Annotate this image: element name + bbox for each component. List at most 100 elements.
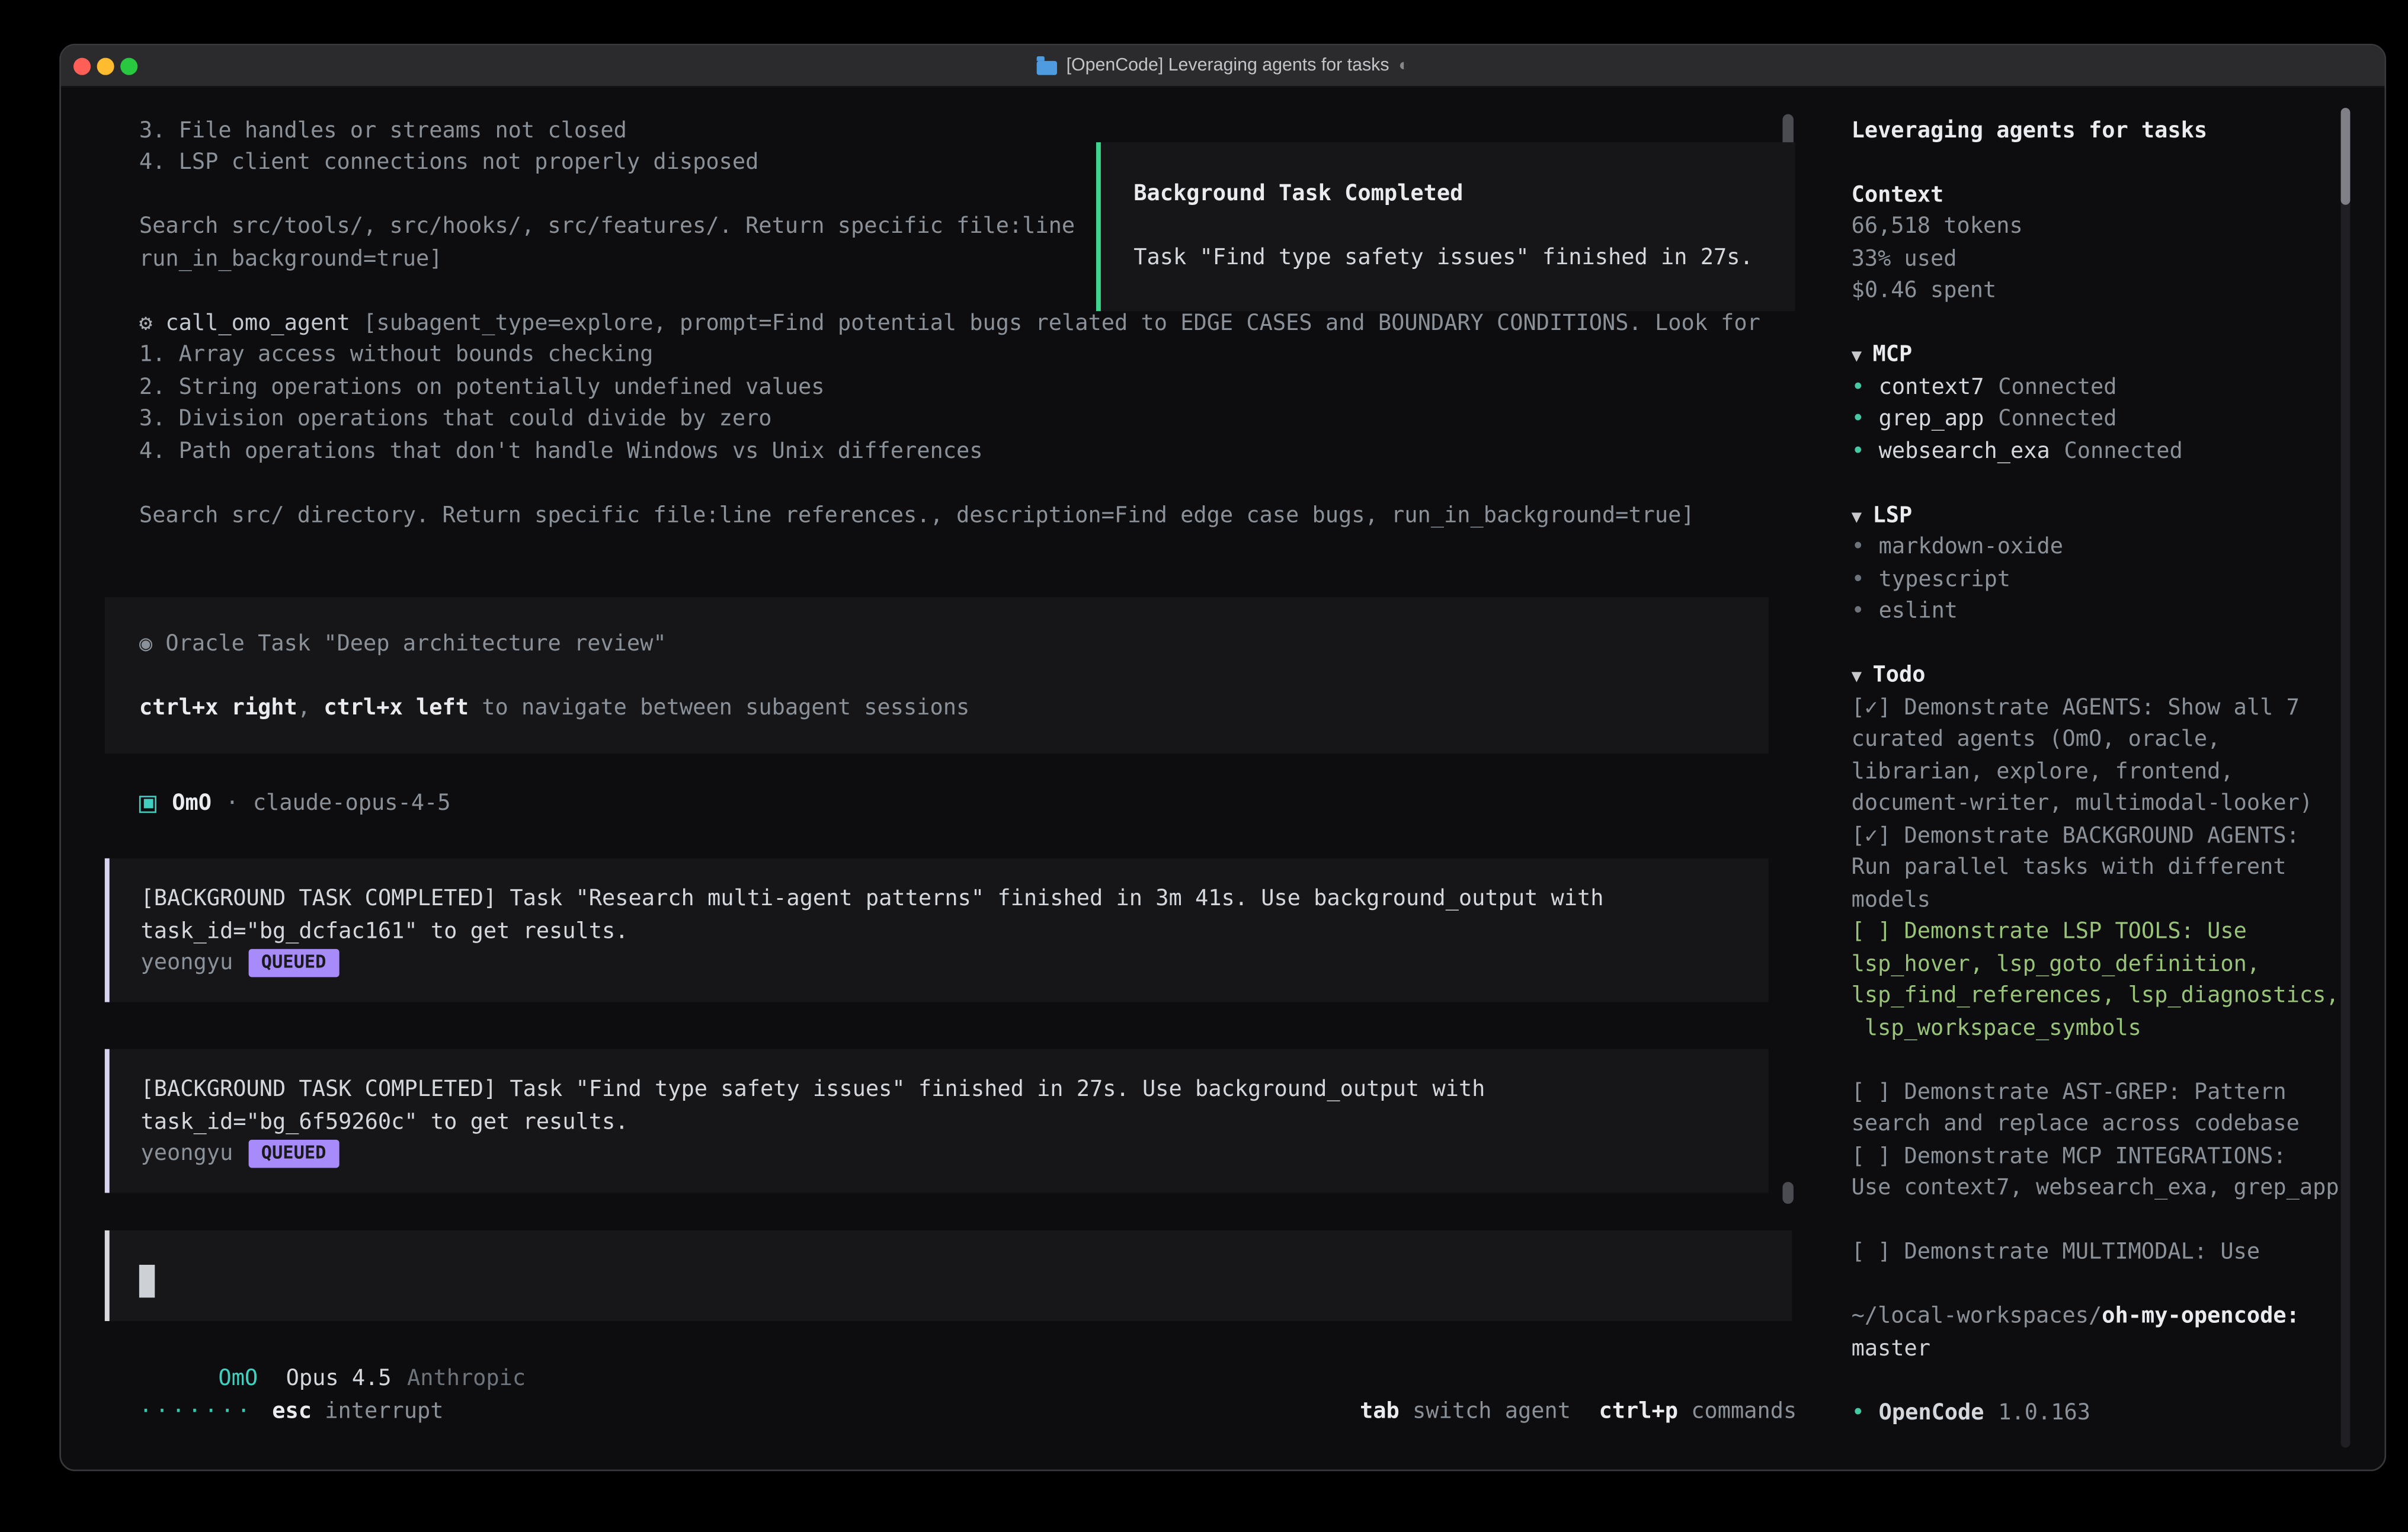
bullet-icon: • xyxy=(1852,407,1865,432)
esc-key: esc xyxy=(272,1399,312,1424)
author-name: yeongyu xyxy=(141,1141,233,1166)
agent-model: claude-opus-4-5 xyxy=(253,787,451,819)
todo-line-done: document-writer, multimodal-looker) xyxy=(1852,789,2346,821)
chevron-down-icon: ▼ xyxy=(1852,346,1862,366)
session-title: Leveraging agents for tasks xyxy=(1852,116,2346,148)
todo-line-done: curated agents (OmO, oracle, xyxy=(1852,725,2346,757)
tab-key: tab xyxy=(1360,1399,1400,1424)
oracle-hint-line: ctrl+x right, ctrl+x left to navigate be… xyxy=(139,693,1734,725)
oracle-icon: ◉ xyxy=(139,632,152,656)
output-line: 4. Path operations that don't handle Win… xyxy=(139,436,1791,468)
todo-line-active: lsp_hover, lsp_goto_definition, xyxy=(1852,948,2346,980)
bullet-icon: • xyxy=(1852,567,1865,592)
window-title: [OpenCode] Leveraging agents for tasks xyxy=(1067,56,1389,75)
text-cursor xyxy=(139,1265,155,1297)
message-line: task_id="bg_6f59260c" to get results. xyxy=(141,1106,1737,1138)
tool-name: call_omo_agent xyxy=(165,311,350,336)
scrollbar-thumb[interactable] xyxy=(2341,108,2351,205)
ctrlp-label: commands xyxy=(1691,1399,1797,1424)
toast-body: Task "Find type safety issues" finished … xyxy=(1133,242,1782,274)
close-button[interactable] xyxy=(73,57,91,74)
todo-line-done: librarian, explore, frontend, xyxy=(1852,757,2346,789)
oracle-task-text: Oracle Task "Deep architecture review" xyxy=(165,632,666,656)
bullet-icon: • xyxy=(1852,375,1865,400)
todo-line-active: lsp_find_references, lsp_diagnostics, xyxy=(1852,980,2346,1012)
bullet-icon: • xyxy=(1852,535,1865,560)
output-line: 2. String operations on potentially unde… xyxy=(139,371,1791,403)
lsp-item: •markdown-oxide xyxy=(1852,532,2346,564)
mcp-item: •context7Connected xyxy=(1852,371,2346,403)
workspace-branch: master xyxy=(1852,1333,2346,1365)
lsp-item: •typescript xyxy=(1852,564,2346,596)
opencode-window: [OpenCode] Leveraging agents for tasks ◐… xyxy=(59,44,2386,1471)
author-name: yeongyu xyxy=(141,951,233,976)
version-line: •OpenCode1.0.163 xyxy=(1852,1398,2346,1430)
context-tokens: 66,518 tokens xyxy=(1852,211,2346,243)
context-heading: Context xyxy=(1852,180,2346,211)
tab-label: switch agent xyxy=(1413,1399,1571,1424)
tool-args: [subagent_type=explore, prompt=Find pote… xyxy=(363,311,1760,336)
todo-section-header[interactable]: ▼Todo xyxy=(1852,660,2346,692)
maximize-button[interactable] xyxy=(120,57,137,74)
message-line: task_id="bg_dcfac161" to get results. xyxy=(141,915,1737,947)
esc-label: interrupt xyxy=(325,1399,443,1424)
agent-header: OmO · claude-opus-4-5 xyxy=(139,787,451,819)
sidebar: Leveraging agents for tasks Context 66,5… xyxy=(1852,116,2346,1430)
model-selector[interactable]: OmOOpus 4.5Anthropic xyxy=(139,1332,526,1364)
traffic-lights xyxy=(73,46,137,86)
context-spent: $0.46 spent xyxy=(1852,275,2346,307)
gear-icon: ⚙ xyxy=(139,311,152,336)
queued-message: [BACKGROUND TASK COMPLETED] Task "Resear… xyxy=(105,858,1769,1002)
model-provider: Anthropic xyxy=(407,1367,526,1392)
todo-line-active: lsp_workspace_symbols xyxy=(1852,1012,2346,1044)
mcp-item: •grep_appConnected xyxy=(1852,404,2346,436)
output-line: 1. Array access without bounds checking xyxy=(139,339,1791,371)
todo-line-pending: search and replace across codebase xyxy=(1852,1109,2346,1141)
scrollbar-mark[interactable] xyxy=(1782,1182,1793,1204)
message-meta: yeongyu QUEUED xyxy=(141,947,1737,979)
oracle-task-panel: ◉ Oracle Task "Deep architecture review"… xyxy=(105,597,1769,754)
spinner-dots-icon: ······· xyxy=(139,1399,254,1424)
hint-key: ctrl+x right xyxy=(139,696,297,720)
model-name: Opus 4.5 xyxy=(286,1367,392,1392)
todo-line-done: Run parallel tasks with different xyxy=(1852,852,2346,884)
todo-line-pending: [ ] Demonstrate MULTIMODAL: Use xyxy=(1852,1237,2346,1269)
queued-badge: QUEUED xyxy=(249,1139,339,1168)
todo-line-done: [✓] Demonstrate BACKGROUND AGENTS: xyxy=(1852,821,2346,852)
queued-badge: QUEUED xyxy=(249,948,339,977)
hint-text: to navigate between subagent sessions xyxy=(469,696,969,720)
message-line: [BACKGROUND TASK COMPLETED] Task "Resear… xyxy=(141,883,1737,915)
chevron-down-icon: ▼ xyxy=(1852,666,1862,687)
todo-line-active: [ ] Demonstrate LSP TOOLS: Use xyxy=(1852,916,2346,948)
chevron-down-icon: ▼ xyxy=(1852,506,1862,526)
toast-notification[interactable]: Background Task Completed Task "Find typ… xyxy=(1096,142,1795,311)
app-name: OpenCode xyxy=(1879,1400,1984,1425)
workspace-path: ~/local-workspaces/oh-my-opencode: xyxy=(1852,1301,2346,1333)
agent-icon xyxy=(139,795,156,812)
todo-line-pending: [ ] Demonstrate MCP INTEGRATIONS: xyxy=(1852,1141,2346,1173)
tool-call-line: ⚙ call_omo_agent [subagent_type=explore,… xyxy=(139,307,1791,339)
todo-line-pending: [ ] Demonstrate AST-GREP: Pattern xyxy=(1852,1077,2346,1109)
mcp-item: •websearch_exaConnected xyxy=(1852,436,2346,468)
agent-name: OmO xyxy=(172,787,212,819)
bullet-icon: • xyxy=(1852,439,1865,464)
status-bar: ·······esc interrupt tab switch agentctr… xyxy=(139,1396,1797,1428)
titlebar: [OpenCode] Leveraging agents for tasks ◐ xyxy=(61,46,2385,88)
lsp-section-header[interactable]: ▼LSP xyxy=(1852,500,2346,532)
todo-line-pending: Use context7, websearch_exa, grep_app xyxy=(1852,1173,2346,1205)
output-line: Search src/ directory. Return specific f… xyxy=(139,500,1791,532)
hint-key: ctrl+x left xyxy=(324,696,469,720)
lsp-item: •eslint xyxy=(1852,596,2346,628)
minimize-button[interactable] xyxy=(97,57,114,74)
desktop-background: [OpenCode] Leveraging agents for tasks ◐… xyxy=(0,0,2408,1532)
message-line: [BACKGROUND TASK COMPLETED] Task "Find t… xyxy=(141,1074,1737,1106)
todo-line-done: [✓] Demonstrate AGENTS: Show all 7 xyxy=(1852,692,2346,724)
window-title-group: [OpenCode] Leveraging agents for tasks ◐ xyxy=(1036,56,1408,75)
folder-icon xyxy=(1036,60,1056,75)
bullet-icon: • xyxy=(1852,599,1865,624)
prompt-input[interactable] xyxy=(105,1230,1792,1321)
sidebar-scrollbar xyxy=(2341,108,2351,1448)
mcp-section-header[interactable]: ▼MCP xyxy=(1852,339,2346,371)
status-left: ······· esc interrupt xyxy=(139,1396,444,1428)
bullet-icon: • xyxy=(1852,1400,1865,1425)
